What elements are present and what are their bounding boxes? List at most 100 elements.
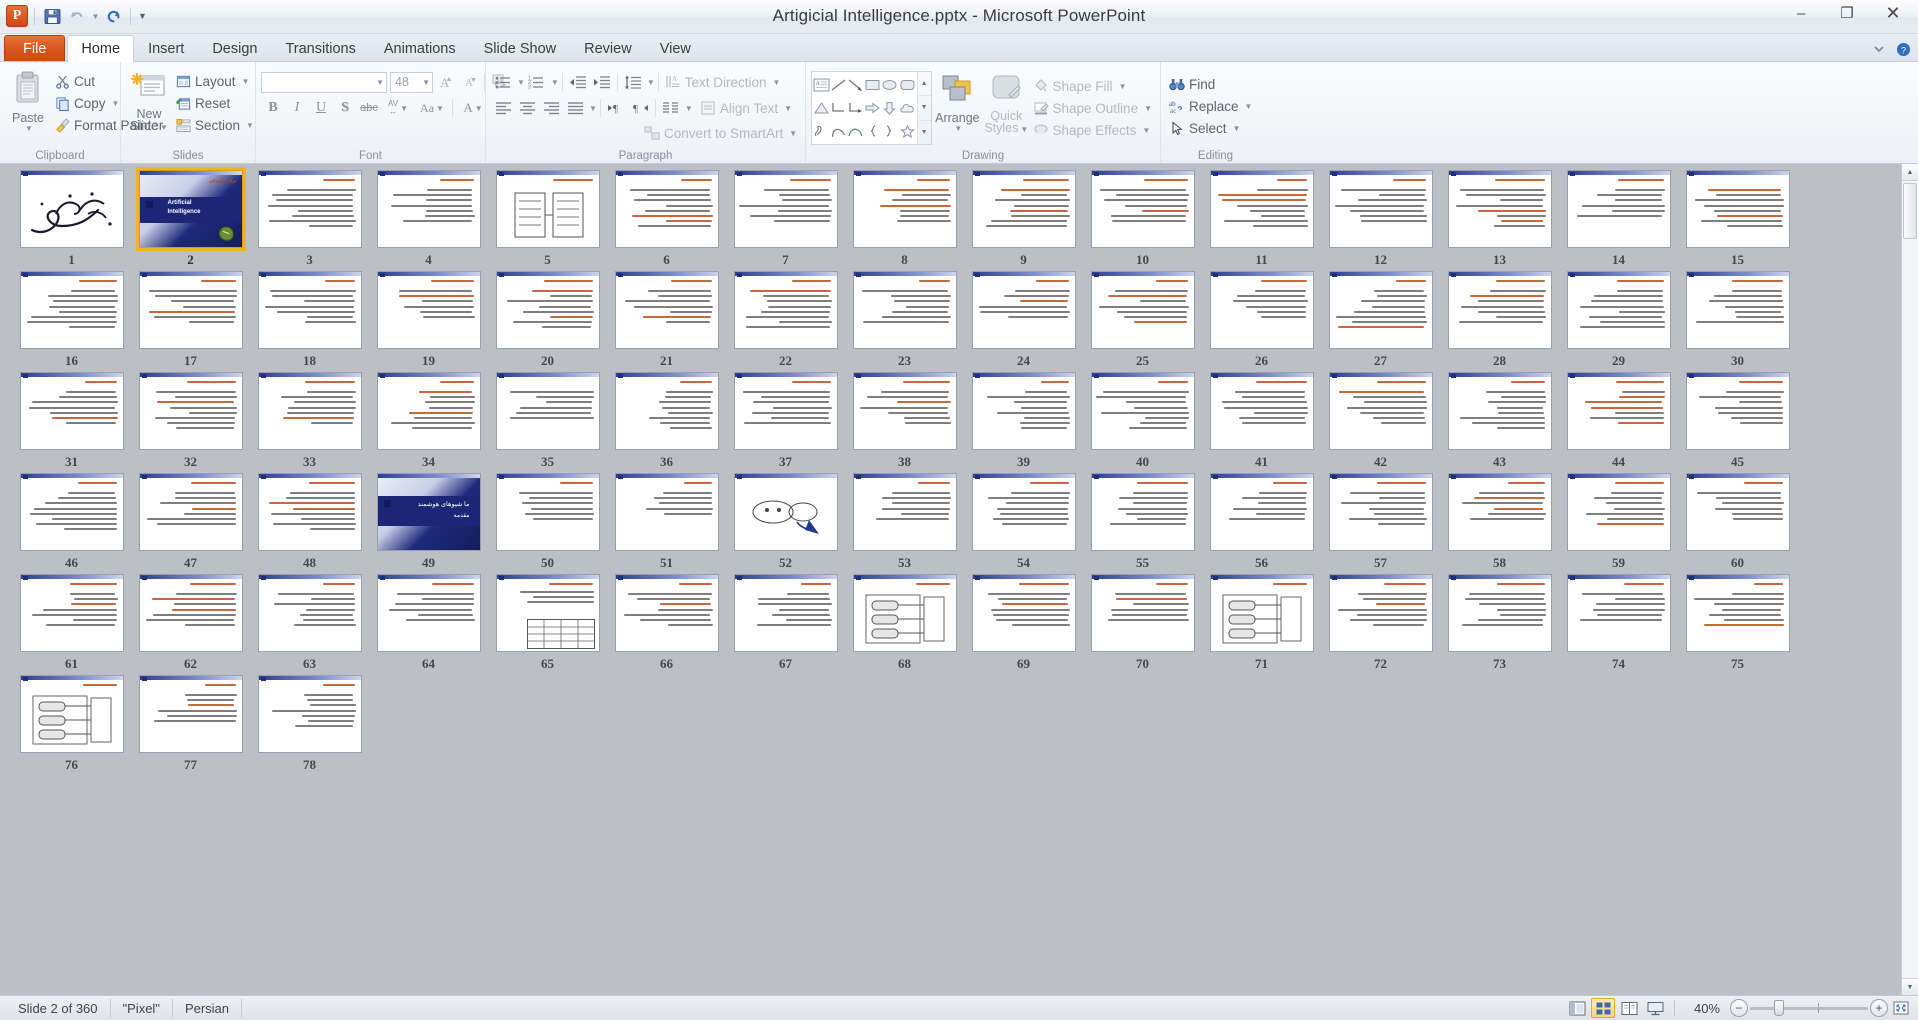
- slide-thumbnail[interactable]: [1447, 574, 1552, 652]
- columns-button[interactable]: [659, 97, 683, 119]
- slide-thumbnail[interactable]: [1447, 372, 1552, 450]
- slide-thumbnail-cell[interactable]: 74: [1559, 574, 1678, 675]
- slide-thumbnail-cell[interactable]: 53: [845, 473, 964, 574]
- section-dropdown-icon[interactable]: ▼: [246, 121, 254, 130]
- align-text-dropdown-icon[interactable]: ▼: [784, 104, 792, 113]
- slide-thumbnail-cell[interactable]: 38: [845, 372, 964, 473]
- slide-thumbnail-cell[interactable]: 13: [1440, 170, 1559, 271]
- slide-thumbnail-cell[interactable]: 40: [1083, 372, 1202, 473]
- slide-thumbnail[interactable]: [1685, 473, 1790, 551]
- slide-thumbnail[interactable]: [1328, 372, 1433, 450]
- slide-thumbnail-cell[interactable]: 70: [1083, 574, 1202, 675]
- slide-thumbnail-cell[interactable]: ما شیوهای هوشمند مقدمه 49: [369, 473, 488, 574]
- slide-thumbnail[interactable]: [257, 675, 362, 753]
- slide-thumbnail-cell[interactable]: 23: [845, 271, 964, 372]
- shape-fill-dropdown-icon[interactable]: ▼: [1119, 82, 1127, 91]
- slide-thumbnail-cell[interactable]: 26: [1202, 271, 1321, 372]
- slide-thumbnail-cell[interactable]: 42: [1321, 372, 1440, 473]
- slide-thumbnail-cell[interactable]: 45: [1678, 372, 1797, 473]
- shape-outline-button[interactable]: Shape Outline ▼: [1030, 97, 1155, 119]
- slide-thumbnail[interactable]: [1566, 574, 1671, 652]
- shapes-gallery-scrollbar[interactable]: ▲ ▼ ▼: [916, 72, 931, 144]
- slide-thumbnail[interactable]: [1685, 574, 1790, 652]
- slide-thumbnail[interactable]: [376, 574, 481, 652]
- text-direction-button[interactable]: A Text Direction ▼: [662, 71, 784, 93]
- slide-thumbnail[interactable]: [138, 271, 243, 349]
- shape-arrow-icon[interactable]: [847, 73, 864, 96]
- bullets-dropdown-icon[interactable]: ▼: [517, 78, 525, 87]
- shape-right-arrow-icon[interactable]: [864, 96, 881, 119]
- shrink-font-button[interactable]: A: [457, 71, 481, 93]
- slide-thumbnail[interactable]: [614, 574, 719, 652]
- slide-thumbnail-cell[interactable]: 56: [1202, 473, 1321, 574]
- slide-thumbnail-cell[interactable]: 55: [1083, 473, 1202, 574]
- close-button[interactable]: ✕: [1870, 0, 1916, 26]
- slide-thumbnail[interactable]: [257, 473, 362, 551]
- change-case-dropdown-icon[interactable]: ▼: [436, 104, 444, 113]
- slide-thumbnail-cell[interactable]: 5: [488, 170, 607, 271]
- tab-animations[interactable]: Animations: [370, 35, 470, 61]
- slide-thumbnail-cell[interactable]: 30: [1678, 271, 1797, 372]
- slide-thumbnail[interactable]: [971, 372, 1076, 450]
- zoom-in-button[interactable]: +: [1870, 999, 1888, 1017]
- slide-thumbnail[interactable]: [1090, 170, 1195, 248]
- slide-thumbnail-cell[interactable]: 72: [1321, 574, 1440, 675]
- text-shadow-button[interactable]: S: [333, 97, 357, 119]
- slide-thumbnail-cell[interactable]: 50: [488, 473, 607, 574]
- quick-styles-dropdown-icon[interactable]: ▼: [1020, 125, 1028, 134]
- layout-button[interactable]: Layout ▼: [172, 70, 257, 92]
- restore-button[interactable]: ❐: [1824, 0, 1870, 26]
- slide-thumbnail[interactable]: [971, 574, 1076, 652]
- slide-thumbnail[interactable]: [376, 372, 481, 450]
- select-dropdown-icon[interactable]: ▼: [1233, 124, 1241, 133]
- replace-dropdown-icon[interactable]: ▼: [1245, 102, 1253, 111]
- align-right-button[interactable]: [539, 97, 563, 119]
- slide-thumbnail[interactable]: [138, 473, 243, 551]
- slide-thumbnail[interactable]: [138, 372, 243, 450]
- slide-thumbnail[interactable]: [1209, 372, 1314, 450]
- slide-thumbnail-cell[interactable]: 21: [607, 271, 726, 372]
- slide-thumbnail[interactable]: [257, 372, 362, 450]
- numbering-button[interactable]: 123: [525, 71, 549, 93]
- shape-elbow-arrow-connector-icon[interactable]: [847, 96, 864, 119]
- text-direction-dropdown-icon[interactable]: ▼: [773, 78, 781, 87]
- slide-thumbnail[interactable]: [852, 574, 957, 652]
- minimize-ribbon-icon[interactable]: [1870, 40, 1888, 58]
- slide-thumbnail[interactable]: [1090, 271, 1195, 349]
- slide-thumbnail[interactable]: [1447, 473, 1552, 551]
- scroll-down-button[interactable]: ▼: [1902, 978, 1918, 995]
- slide-thumbnail[interactable]: [971, 473, 1076, 551]
- slide-thumbnail[interactable]: [1328, 170, 1433, 248]
- tab-design[interactable]: Design: [198, 35, 271, 61]
- slide-thumbnail-cell[interactable]: 8: [845, 170, 964, 271]
- scrollbar-thumb[interactable]: [1903, 183, 1917, 239]
- slide-thumbnail-cell[interactable]: 25: [1083, 271, 1202, 372]
- slide-thumbnail-cell[interactable]: 67: [726, 574, 845, 675]
- slide-thumbnail[interactable]: [19, 675, 124, 753]
- slide-thumbnail-cell[interactable]: 4: [369, 170, 488, 271]
- replace-button[interactable]: ab ac Replace ▼: [1166, 95, 1255, 117]
- slide-thumbnail-cell[interactable]: 52: [726, 473, 845, 574]
- slide-thumbnail-cell[interactable]: 66: [607, 574, 726, 675]
- slide-thumbnail-cell[interactable]: 39: [964, 372, 1083, 473]
- tab-review[interactable]: Review: [570, 35, 646, 61]
- slide-thumbnail[interactable]: [495, 574, 600, 652]
- slide-thumbnail-cell[interactable]: 44: [1559, 372, 1678, 473]
- slide-thumbnail[interactable]: برق مصنوعی Artificial Intelligence: [135, 167, 246, 251]
- slide-thumbnail[interactable]: [852, 372, 957, 450]
- vertical-scrollbar[interactable]: ▲ ▼: [1901, 164, 1918, 995]
- quick-styles-button[interactable]: Quick Styles ▼: [983, 71, 1029, 138]
- shape-scribble-icon[interactable]: [813, 120, 830, 143]
- font-size-input[interactable]: 48 ▼: [390, 71, 433, 93]
- shape-effects-button[interactable]: Shape Effects ▼: [1030, 119, 1155, 141]
- paste-button[interactable]: Paste ▼: [5, 67, 51, 135]
- slide-thumbnail-cell[interactable]: 12: [1321, 170, 1440, 271]
- slide-thumbnail[interactable]: [1090, 372, 1195, 450]
- slide-thumbnail[interactable]: ما شیوهای هوشمند مقدمه: [376, 473, 481, 551]
- slide-thumbnail[interactable]: [1209, 170, 1314, 248]
- help-icon[interactable]: ?: [1894, 40, 1912, 58]
- slide-thumbnail[interactable]: [1685, 271, 1790, 349]
- character-spacing-dropdown-icon[interactable]: ▼: [400, 104, 408, 113]
- minimize-button[interactable]: –: [1778, 0, 1824, 26]
- slide-thumbnail-cell[interactable]: 10: [1083, 170, 1202, 271]
